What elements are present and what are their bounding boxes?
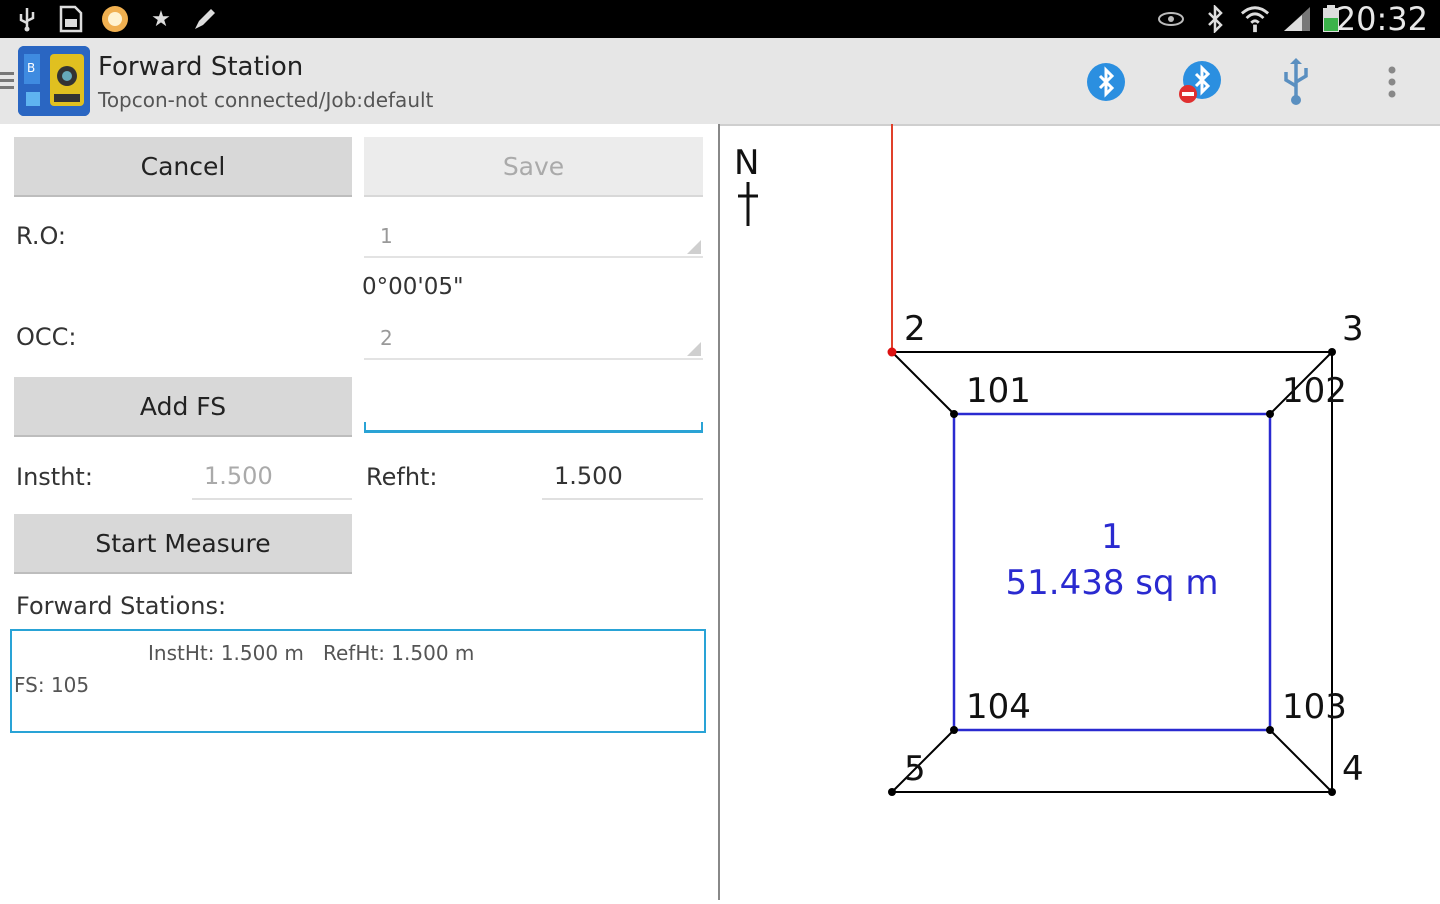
point-label-2: 2 <box>904 309 926 349</box>
screen-title: Forward Station <box>98 52 304 82</box>
signal-icon <box>1282 4 1312 34</box>
forward-stations-list[interactable]: InstHt: 1.500 m RefHt: 1.500 m FS: 105 <box>10 629 706 733</box>
usb-connect-icon[interactable] <box>1272 58 1320 106</box>
cancel-button[interactable]: Cancel <box>14 137 352 197</box>
area-id: 1 <box>1101 517 1123 557</box>
instht-label: Instht: <box>16 463 93 491</box>
status-time: 20:32 <box>1335 0 1428 38</box>
point-label-5: 5 <box>904 749 926 789</box>
occ-label: OCC: <box>16 323 77 351</box>
list-item[interactable]: FS: 105 <box>14 673 89 697</box>
usb-icon <box>12 4 42 34</box>
point-label-104: 104 <box>966 687 1031 727</box>
form-panel: Cancel Save R.O: 1 0°00'05" OCC: 2 Add F… <box>0 124 718 900</box>
overflow-menu-icon[interactable] <box>1368 58 1416 106</box>
eye-icon <box>1156 4 1186 34</box>
refht-field[interactable]: 1.500 <box>542 458 703 500</box>
ro-spinner-value: 1 <box>380 224 393 248</box>
save-button[interactable]: Save <box>364 137 703 197</box>
screen-subtitle: Topcon-not connected/Job:default <box>98 88 434 112</box>
dropdown-triangle-icon <box>687 240 701 254</box>
point-103-marker <box>1266 726 1274 734</box>
area-value: 51.438 sq m <box>1006 563 1219 603</box>
refht-label: Refht: <box>366 463 438 491</box>
survey-plot[interactable]: N 2 3 101 102 103 104 5 4 1 51.438 sq m <box>720 124 1440 900</box>
ro-angle: 0°00'05" <box>362 274 464 300</box>
ro-spinner[interactable]: 1 <box>364 216 703 258</box>
point-label-4: 4 <box>1342 749 1364 789</box>
point-label-102: 102 <box>1282 371 1347 411</box>
point-2-marker <box>887 347 897 357</box>
wifi-icon <box>1240 4 1270 34</box>
instht-value: 1.500 <box>204 462 273 490</box>
star-icon: ★ <box>151 6 171 32</box>
add-fs-input[interactable] <box>364 386 703 433</box>
bluetooth-connect-icon[interactable] <box>1082 58 1130 106</box>
north-arrow-icon <box>738 182 758 226</box>
app-logo[interactable]: B <box>18 46 90 116</box>
point-label-3: 3 <box>1342 309 1364 349</box>
bluetooth-disconnect-icon[interactable] <box>1176 58 1224 106</box>
svg-text:B: B <box>27 61 35 75</box>
point-5-marker <box>888 788 896 796</box>
point-4-marker <box>1328 788 1336 796</box>
point-104-marker <box>950 726 958 734</box>
action-bar: B Forward Station Topcon-not connected/J… <box>0 38 1440 126</box>
sd-card-icon <box>55 4 85 34</box>
refht-value: 1.500 <box>554 462 623 490</box>
list-header: InstHt: 1.500 m RefHt: 1.500 m <box>148 641 475 665</box>
bluetooth-icon <box>1200 4 1230 34</box>
point-label-101: 101 <box>966 371 1031 411</box>
north-label: N <box>734 143 759 183</box>
pencil-icon <box>190 4 220 34</box>
instht-field[interactable]: 1.500 <box>192 458 352 500</box>
add-fs-button[interactable]: Add FS <box>14 377 352 437</box>
point-3-marker <box>1328 348 1336 356</box>
occ-spinner[interactable]: 2 <box>364 318 703 360</box>
point-label-103: 103 <box>1282 687 1347 727</box>
status-bar: ★ 20:32 <box>0 0 1440 38</box>
point-101-marker <box>950 410 958 418</box>
dropdown-triangle-icon <box>687 342 701 356</box>
drawer-indicator-icon[interactable] <box>0 68 14 92</box>
point-102-marker <box>1266 410 1274 418</box>
forward-stations-label: Forward Stations: <box>16 592 227 620</box>
occ-spinner-value: 2 <box>380 326 393 350</box>
ro-label: R.O: <box>16 222 67 250</box>
start-measure-button[interactable]: Start Measure <box>14 514 352 574</box>
app-notification-icon <box>100 4 130 34</box>
